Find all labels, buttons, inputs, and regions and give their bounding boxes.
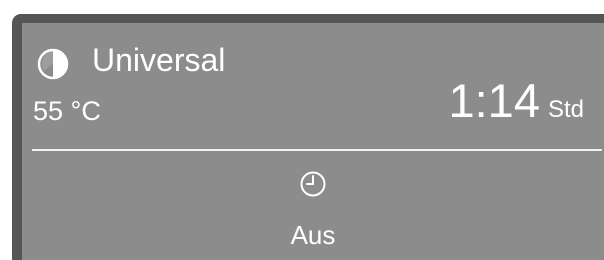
display-frame: Universal 55 °C 1:14 Std Aus bbox=[12, 14, 604, 260]
program-temperature: 55 °C bbox=[33, 96, 101, 126]
divider bbox=[32, 149, 602, 151]
remaining-time: 1:14 Std bbox=[448, 74, 584, 128]
remaining-time-value: 1:14 bbox=[448, 74, 540, 127]
program-name: Universal bbox=[92, 42, 226, 78]
clock-icon[interactable] bbox=[298, 169, 328, 199]
remaining-time-unit: Std bbox=[547, 96, 584, 123]
half-filled-circle-icon bbox=[37, 48, 69, 80]
display-screen: Universal 55 °C 1:14 Std Aus bbox=[22, 23, 604, 260]
timer-status[interactable]: Aus bbox=[22, 220, 604, 250]
